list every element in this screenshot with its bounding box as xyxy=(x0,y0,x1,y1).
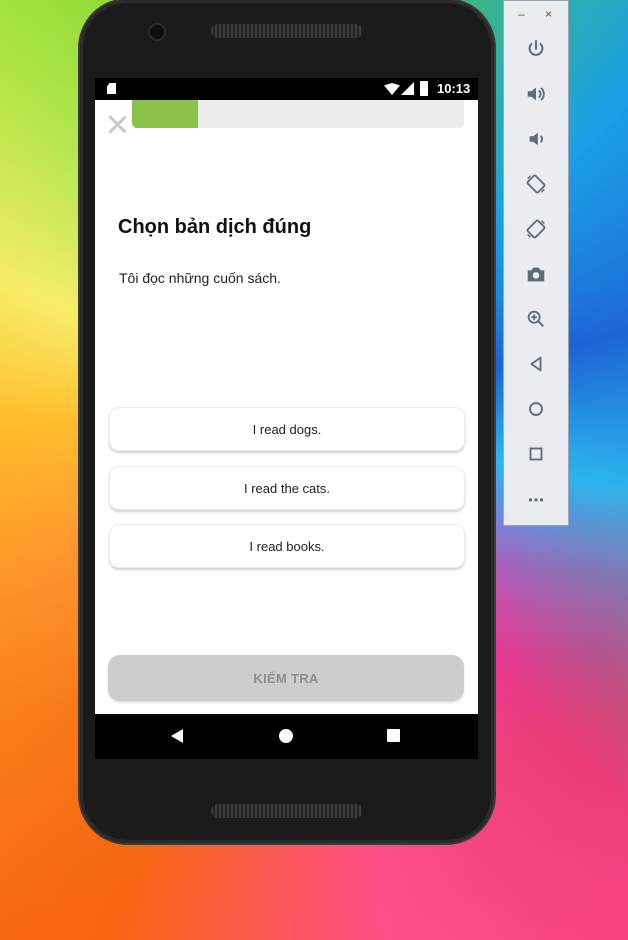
nav-recents-icon[interactable] xyxy=(387,729,400,742)
more-icon[interactable] xyxy=(525,488,547,510)
rotate-right-icon[interactable] xyxy=(525,218,547,240)
nav-home-icon[interactable] xyxy=(279,729,293,743)
check-button[interactable]: KIỂM TRA xyxy=(108,655,464,701)
lesson-progress-fill xyxy=(132,100,199,128)
minimize-button[interactable]: – xyxy=(518,7,525,21)
back-icon[interactable] xyxy=(525,353,547,375)
emulator-toolbar: – × xyxy=(503,0,569,526)
volume-down-icon[interactable] xyxy=(525,128,547,150)
volume-up-icon[interactable] xyxy=(525,83,547,105)
zoom-icon[interactable] xyxy=(525,308,547,330)
exercise-title: Chọn bản dịch đúng xyxy=(118,216,312,238)
close-icon[interactable] xyxy=(108,115,126,133)
lesson-progress-bar xyxy=(132,100,464,128)
nav-back-icon[interactable] xyxy=(171,729,183,743)
answer-option-3[interactable]: I read books. xyxy=(109,524,465,568)
signal-icon xyxy=(401,82,414,95)
battery-icon xyxy=(420,81,428,96)
app-screen: 10:13 Chọn bản dịch đúng Tôi đọc những c… xyxy=(95,78,478,759)
home-icon[interactable] xyxy=(525,398,547,420)
status-bar: 10:13 xyxy=(95,78,478,100)
sd-card-icon xyxy=(107,83,116,94)
front-camera xyxy=(150,25,164,39)
bottom-speaker xyxy=(211,804,363,818)
android-nav-bar xyxy=(95,714,478,759)
overview-icon[interactable] xyxy=(525,443,547,465)
camera-icon[interactable] xyxy=(525,263,547,285)
status-time: 10:13 xyxy=(437,81,471,96)
source-sentence: Tôi đọc những cuốn sách. xyxy=(119,270,281,286)
rotate-left-icon[interactable] xyxy=(525,173,547,195)
close-window-button[interactable]: × xyxy=(545,7,552,21)
top-speaker xyxy=(211,24,363,38)
power-icon[interactable] xyxy=(525,38,547,60)
wifi-icon xyxy=(384,83,400,95)
answer-option-1[interactable]: I read dogs. xyxy=(109,407,465,451)
answer-option-2[interactable]: I read the cats. xyxy=(109,466,465,510)
